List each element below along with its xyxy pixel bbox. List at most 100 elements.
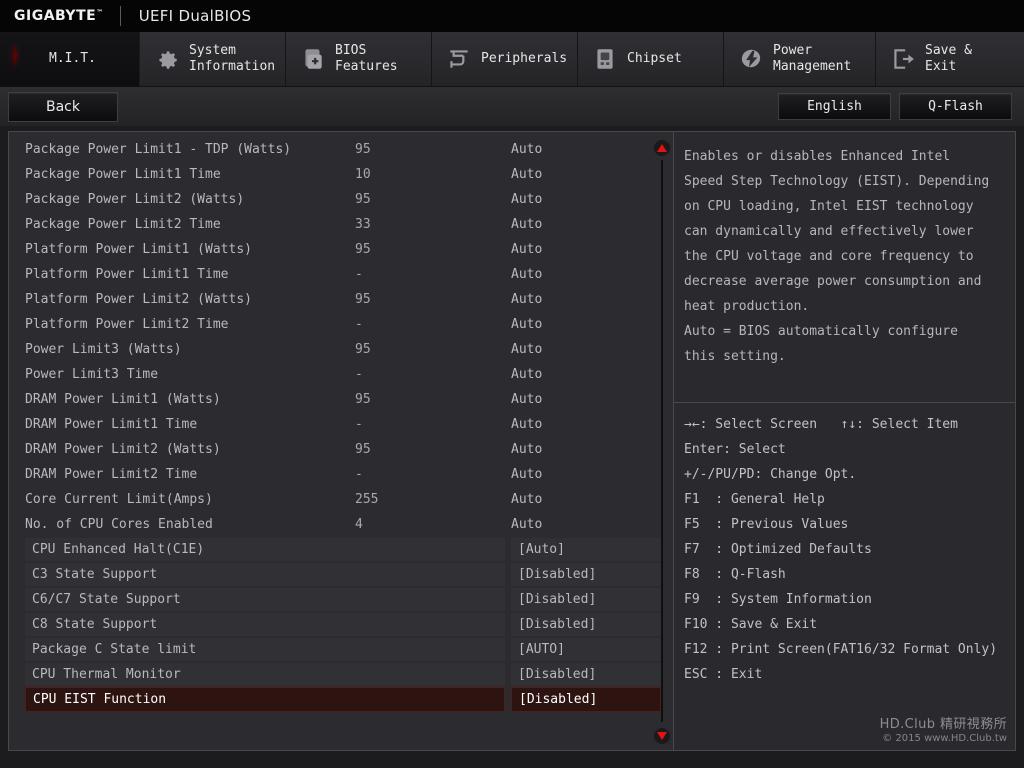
settings-row-label: DRAM Power Limit2 Time xyxy=(25,467,198,482)
tab-power-management[interactable]: Power Management xyxy=(724,32,876,86)
settings-row[interactable]: Power Limit3 (Watts) 95 Auto xyxy=(9,337,673,362)
settings-row-setting-value[interactable]: Auto xyxy=(511,417,542,432)
settings-row[interactable]: Package Power Limit1 Time 10 Auto xyxy=(9,162,673,187)
help-description-line: decrease average power consumption and xyxy=(684,274,982,289)
settings-row[interactable]: Package C State limit [AUTO] xyxy=(9,637,673,662)
settings-row-label: C8 State Support xyxy=(25,613,505,636)
settings-row-setting-value[interactable]: Auto xyxy=(511,142,542,157)
settings-row-setting-value[interactable]: Auto xyxy=(511,292,542,307)
settings-scrollbar[interactable] xyxy=(651,132,673,750)
scroll-up-arrow-icon[interactable] xyxy=(654,140,670,156)
settings-row-setting-value[interactable]: Auto xyxy=(511,442,542,457)
settings-row-current-value: - xyxy=(355,417,363,432)
tab-peripherals-label: Peripherals xyxy=(481,51,568,66)
settings-row-current-value: 95 xyxy=(355,392,371,407)
help-description-line: Auto = BIOS automatically configure xyxy=(684,324,958,339)
chip-plus-icon xyxy=(300,46,326,72)
settings-row-setting-value[interactable]: Auto xyxy=(511,492,542,507)
settings-row-current-value: 95 xyxy=(355,142,371,157)
settings-row[interactable]: Platform Power Limit1 Time - Auto xyxy=(9,262,673,287)
tab-chipset[interactable]: Chipset xyxy=(578,32,724,86)
tab-bios-features[interactable]: BIOS Features xyxy=(286,32,432,86)
settings-row[interactable]: DRAM Power Limit2 Time - Auto xyxy=(9,462,673,487)
tab-system-information[interactable]: System Information xyxy=(140,32,286,86)
settings-row-setting-value[interactable]: Auto xyxy=(511,192,542,207)
settings-row-setting-value[interactable]: Auto xyxy=(511,467,542,482)
settings-row-current-value: 95 xyxy=(355,342,371,357)
gear-icon xyxy=(154,46,180,72)
settings-row[interactable]: Package Power Limit2 (Watts) 95 Auto xyxy=(9,187,673,212)
settings-row[interactable]: Platform Power Limit2 Time - Auto xyxy=(9,312,673,337)
settings-row[interactable]: Platform Power Limit1 (Watts) 95 Auto xyxy=(9,237,673,262)
settings-row-setting-value[interactable]: [Disabled] xyxy=(511,613,661,636)
tab-save-exit[interactable]: Save & Exit xyxy=(876,32,1024,86)
settings-row-setting-value[interactable]: [Disabled] xyxy=(511,663,661,686)
settings-list: Package Power Limit1 - TDP (Watts) 95 Auto… xyxy=(9,132,673,750)
language-button[interactable]: English xyxy=(778,93,891,120)
settings-row[interactable]: CPU Thermal Monitor [Disabled] xyxy=(9,662,673,687)
suite-title: UEFI DualBIOS xyxy=(138,7,252,25)
settings-row-label: CPU Enhanced Halt(C1E) xyxy=(25,538,505,561)
settings-row-setting-value[interactable]: Auto xyxy=(511,342,542,357)
settings-row-setting-value[interactable]: Auto xyxy=(511,517,542,532)
tab-peripherals[interactable]: Peripherals xyxy=(432,32,578,86)
settings-row[interactable]: CPU Enhanced Halt(C1E) [Auto] xyxy=(9,537,673,562)
settings-row-setting-value[interactable]: Auto xyxy=(511,167,542,182)
settings-row-current-value: 95 xyxy=(355,442,371,457)
watermark-line-1: HD.Club 精研視務所 xyxy=(879,717,1007,732)
settings-row[interactable]: Package Power Limit2 Time 33 Auto xyxy=(9,212,673,237)
help-key-line: F9 : System Information xyxy=(684,592,872,607)
settings-row-current-value: 33 xyxy=(355,217,371,232)
settings-row[interactable]: DRAM Power Limit2 (Watts) 95 Auto xyxy=(9,437,673,462)
help-key-line: ESC : Exit xyxy=(684,667,763,682)
settings-row-setting-value[interactable]: [Disabled] xyxy=(511,687,661,712)
settings-row[interactable]: C6/C7 State Support [Disabled] xyxy=(9,587,673,612)
settings-row-label: Platform Power Limit1 Time xyxy=(25,267,229,282)
settings-row-setting-value[interactable]: Auto xyxy=(511,242,542,257)
scroll-down-arrow-icon[interactable] xyxy=(654,728,670,744)
sub-toolbar: Back English Q-Flash xyxy=(0,87,1024,126)
settings-row[interactable]: No. of CPU Cores Enabled 4 Auto xyxy=(9,512,673,537)
settings-row-label: C3 State Support xyxy=(25,563,505,586)
main-tab-bar: M.I.T. System Information BIOS Features … xyxy=(0,32,1024,87)
settings-row-label: DRAM Power Limit1 (Watts) xyxy=(25,392,221,407)
qflash-button[interactable]: Q-Flash xyxy=(899,93,1012,120)
help-key-line: F5 : Previous Values xyxy=(684,517,849,532)
settings-row[interactable]: DRAM Power Limit1 Time - Auto xyxy=(9,412,673,437)
settings-row-label: Package Power Limit2 (Watts) xyxy=(25,192,245,207)
settings-row-label: Power Limit3 Time xyxy=(25,367,159,382)
uefi-bios-screen: GIGABYTE™ UEFI DualBIOS M.I.T. System In… xyxy=(0,0,1024,768)
settings-row-label: Platform Power Limit2 Time xyxy=(25,317,229,332)
help-key-line: F8 : Q-Flash xyxy=(684,567,786,582)
help-description-line: heat production. xyxy=(684,299,810,314)
settings-row[interactable]: C3 State Support [Disabled] xyxy=(9,562,673,587)
settings-row[interactable]: Package Power Limit1 - TDP (Watts) 95 Auto xyxy=(9,137,673,162)
settings-row-current-value: - xyxy=(355,267,363,282)
settings-row[interactable]: Power Limit3 Time - Auto xyxy=(9,362,673,387)
settings-row-label: Power Limit3 (Watts) xyxy=(25,342,182,357)
settings-row-setting-value[interactable]: Auto xyxy=(511,267,542,282)
settings-row-setting-value[interactable]: Auto xyxy=(511,367,542,382)
settings-row[interactable]: Core Current Limit(Amps) 255 Auto xyxy=(9,487,673,512)
settings-row-setting-value[interactable]: Auto xyxy=(511,317,542,332)
help-description-line: the CPU voltage and core frequency to xyxy=(684,249,974,264)
help-key-line: F7 : Optimized Defaults xyxy=(684,542,872,557)
settings-row-setting-value[interactable]: Auto xyxy=(511,392,542,407)
settings-row-label: Package C State limit xyxy=(25,638,505,661)
settings-row[interactable]: Platform Power Limit2 (Watts) 95 Auto xyxy=(9,287,673,312)
tab-power-management-label: Power Management xyxy=(773,43,852,74)
settings-row-current-value: - xyxy=(355,467,363,482)
back-button[interactable]: Back xyxy=(8,91,118,122)
settings-row[interactable]: DRAM Power Limit1 (Watts) 95 Auto xyxy=(9,387,673,412)
settings-row-setting-value[interactable]: [Auto] xyxy=(511,538,661,561)
settings-row-setting-value[interactable]: [Disabled] xyxy=(511,563,661,586)
settings-row-label: DRAM Power Limit1 Time xyxy=(25,417,198,432)
help-description: Enables or disables Enhanced Intel Speed … xyxy=(674,132,1015,402)
tab-mit[interactable]: M.I.T. xyxy=(0,32,140,86)
settings-row-setting-value[interactable]: Auto xyxy=(511,217,542,232)
settings-row[interactable]: C8 State Support [Disabled] xyxy=(9,612,673,637)
settings-row[interactable]: CPU EIST Function [Disabled] xyxy=(9,687,673,712)
settings-row-setting-value[interactable]: [Disabled] xyxy=(511,588,661,611)
trademark-symbol: ™ xyxy=(96,8,104,17)
settings-row-setting-value[interactable]: [AUTO] xyxy=(511,638,661,661)
